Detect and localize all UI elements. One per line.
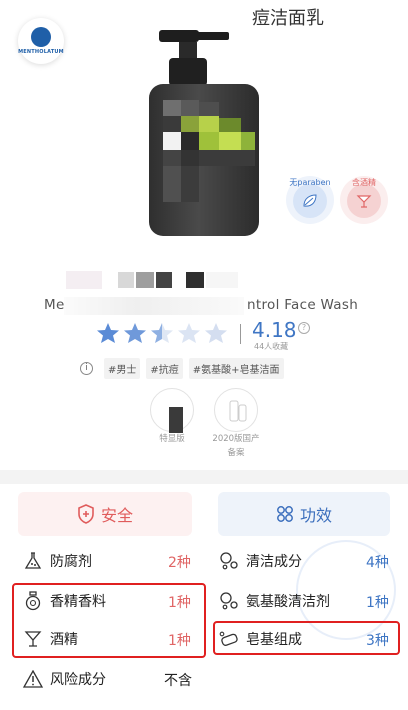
favorite-count: 44人收藏 (254, 342, 289, 351)
star-full-icon (97, 323, 119, 343)
label-pixel (219, 132, 241, 150)
tab-safety-label: 安全 (100, 506, 133, 525)
highlight-box-fragrance-alcohol (12, 583, 206, 658)
star-empty-icon (205, 323, 227, 343)
label-pixel (163, 132, 181, 150)
label-pixel (181, 132, 199, 150)
label-pixel (181, 116, 199, 132)
tab-safety[interactable]: 安全 (18, 492, 192, 536)
tag-item[interactable]: #氨基酸+皂基洁面 (188, 358, 284, 379)
bubbles-icon (220, 592, 238, 610)
info-icon[interactable]: i (80, 362, 93, 375)
title-blur-block (66, 271, 102, 289)
pump-nozzle (193, 32, 229, 40)
contains-alcohol-label: 含酒精 (352, 178, 376, 187)
label-pixel (199, 150, 255, 166)
efficacy-label: 清洁成分 (246, 554, 302, 570)
star-half-icon (151, 323, 173, 343)
title-blur-block (206, 272, 238, 288)
tag-list: #男士 #抗痘 #氨基酸+皂基洁面 (104, 358, 284, 379)
title-blur-block (118, 272, 134, 288)
star-empty-icon (178, 323, 200, 343)
subtitle-blur-block (64, 297, 244, 315)
product-subtitle-left: Me (44, 297, 65, 313)
product-title: 痘洁面乳 (252, 8, 324, 29)
rating-score: 4.18 (252, 318, 297, 342)
cert-image-blur (169, 407, 183, 433)
tag-item[interactable]: #抗痘 (146, 358, 183, 379)
special-edition-label: 特显版 (159, 434, 185, 444)
efficacy-value: 4种 (366, 555, 389, 571)
label-pixel (163, 116, 181, 132)
title-blur-block (156, 272, 172, 288)
rating-divider (240, 324, 241, 344)
safety-value: 不含 (164, 673, 192, 689)
pump-collar (169, 58, 207, 86)
rating-stars (96, 322, 228, 344)
label-pixel (199, 102, 219, 116)
brand-logo-text: MENTHOLATUM (18, 49, 64, 55)
filing-cert[interactable] (214, 388, 258, 432)
tab-efficacy-label: 功效 (299, 506, 332, 525)
product-subtitle-right: ntrol Face Wash (247, 297, 359, 313)
brand-emblem-icon (31, 27, 51, 47)
label-pixel (163, 166, 181, 202)
label-pixel (219, 118, 241, 132)
title-blur-block (186, 272, 204, 288)
cocktail-icon (356, 195, 372, 208)
special-edition-cert[interactable] (150, 388, 194, 433)
star-full-icon (124, 323, 146, 343)
safety-label: 防腐剂 (50, 554, 92, 570)
cosmetics-icon (229, 400, 247, 422)
product-image (145, 28, 270, 243)
label-pixel (181, 150, 199, 166)
help-icon[interactable]: ? (298, 322, 310, 334)
section-divider (0, 470, 408, 484)
flask-icon (24, 552, 42, 569)
label-pixel (163, 100, 181, 116)
label-pixel (199, 132, 219, 150)
filing-cert-label: 2020版国产备案 (212, 434, 260, 458)
efficacy-row-amino[interactable]: 氨基酸清洁剂 (218, 587, 330, 615)
efficacy-label: 氨基酸清洁剂 (246, 594, 330, 610)
label-pixel (181, 100, 199, 116)
paraben-free-label: 无paraben (289, 178, 331, 187)
safety-value: 2种 (168, 555, 191, 571)
safety-label: 风险成分 (50, 672, 106, 688)
safety-row-risk[interactable]: 风险成分 (22, 665, 106, 693)
warning-icon (22, 670, 44, 688)
label-pixel (241, 132, 255, 150)
grid-circles-icon (277, 506, 293, 522)
tag-item[interactable]: #男士 (104, 358, 141, 379)
product-header: MENTHOLATUM 无paraben 含酒精 痘洁面乳 Me ntrol F… (0, 0, 408, 470)
shield-plus-icon (78, 504, 94, 524)
label-pixel (163, 150, 181, 166)
efficacy-row-cleansing[interactable]: 清洁成分 (218, 547, 302, 575)
bubbles-icon (220, 552, 238, 570)
leaf-icon (303, 194, 317, 207)
safety-row-preservative[interactable]: 防腐剂 (22, 547, 92, 575)
label-pixel (199, 116, 219, 132)
bottle-body (149, 84, 259, 236)
label-pixel (181, 166, 199, 202)
tab-efficacy[interactable]: 功效 (218, 492, 390, 536)
highlight-box-soap (213, 621, 400, 655)
efficacy-value: 1种 (366, 595, 389, 611)
paraben-free-badge: 无paraben (286, 176, 334, 224)
brand-logo[interactable]: MENTHOLATUM (18, 18, 64, 64)
contains-alcohol-badge: 含酒精 (340, 176, 388, 224)
title-blur-block (136, 272, 154, 288)
